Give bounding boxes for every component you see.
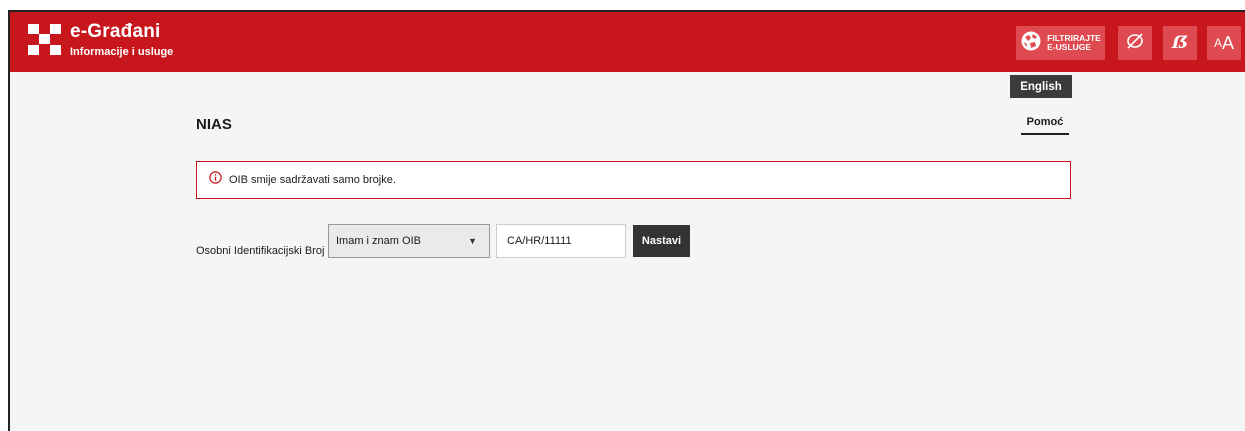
font-size-button[interactable]: AA	[1207, 26, 1241, 60]
language-switch-english[interactable]: English	[1010, 75, 1072, 98]
filter-e-services-label: FILTRIRAJTE E-USLUGE	[1047, 33, 1101, 52]
visibility-toggle-button[interactable]	[1118, 26, 1152, 60]
eye-slash-icon	[1125, 31, 1145, 56]
font-size-small-glyph: A	[1213, 36, 1222, 50]
dyslexic-font-button[interactable]: ẞ	[1163, 26, 1197, 60]
page-title: NIAS	[196, 116, 232, 133]
oib-input[interactable]	[496, 224, 626, 258]
checkerboard-logo[interactable]	[28, 24, 62, 56]
oib-option-select-value: Imam i znam OIB	[336, 235, 421, 247]
site-header: e-Građani Informacije i usluge FILTRIRAJ…	[10, 12, 1245, 72]
continue-button[interactable]: Nastavi	[633, 225, 690, 257]
dyslexic-font-icon: ẞ	[1171, 33, 1189, 53]
oib-option-select[interactable]: Imam i znam OIB ▼	[328, 224, 490, 258]
info-circle-icon	[209, 171, 222, 189]
brand-subtitle: Informacije i usluge	[70, 46, 174, 58]
globe-icon	[1020, 30, 1042, 57]
browser-viewport: e-Građani Informacije i usluge FILTRIRAJ…	[8, 10, 1245, 431]
oib-field-label: Osobni Identifikacijski Broj	[196, 245, 325, 257]
brand-title[interactable]: e-Građani	[70, 21, 161, 43]
help-link[interactable]: Pomoć	[1021, 116, 1069, 135]
font-size-big-glyph: A	[1222, 32, 1235, 53]
error-alert: OIB smije sadržavati samo brojke.	[196, 161, 1071, 199]
error-alert-message: OIB smije sadržavati samo brojke.	[229, 174, 396, 186]
filter-e-services-button[interactable]: FILTRIRAJTE E-USLUGE	[1016, 26, 1105, 60]
caret-down-icon: ▼	[468, 236, 477, 246]
